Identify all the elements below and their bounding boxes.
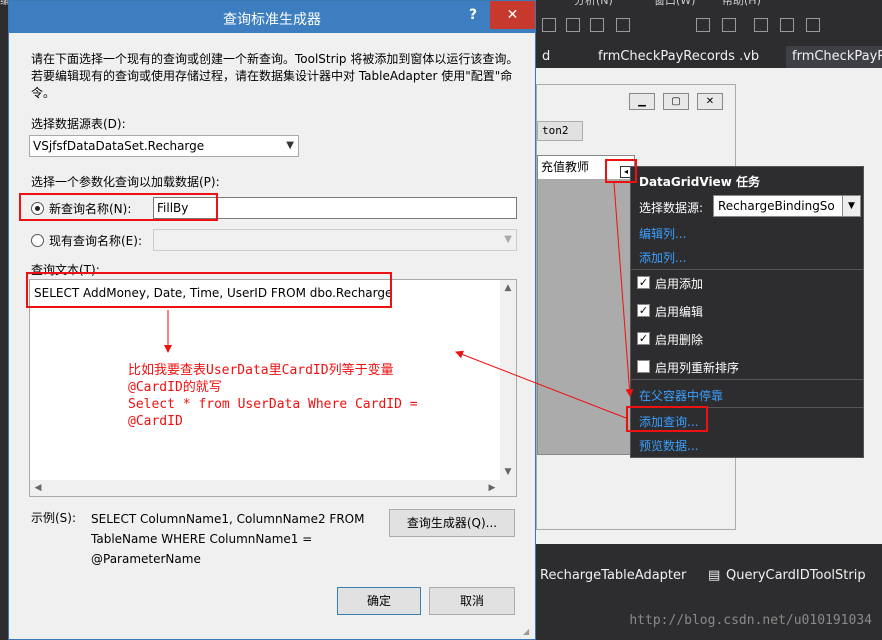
edit-columns-link[interactable]: 编辑列... xyxy=(639,225,686,242)
example-label: 示例(S): xyxy=(31,511,77,525)
align-top-icon[interactable] xyxy=(616,18,630,32)
divider xyxy=(631,379,863,380)
ok-button[interactable]: 确定 xyxy=(337,587,421,615)
enable-edit-label: 启用编辑 xyxy=(655,305,704,319)
annotation-line2: @CardID的就写 xyxy=(128,380,222,395)
preview-data-link[interactable]: 预览数据... xyxy=(639,437,698,454)
order-icon[interactable] xyxy=(780,18,794,32)
tasks-title: DataGridView 任务 xyxy=(639,175,760,189)
ide-menu-item[interactable]: 帮助(H) xyxy=(722,0,761,8)
align-left-icon[interactable] xyxy=(542,18,556,32)
existing-query-select[interactable]: ▼ xyxy=(153,229,517,251)
highlight-add-query xyxy=(626,406,708,432)
horizontal-scrollbar[interactable]: ◀ ▶ xyxy=(30,480,516,496)
ide-menu-item[interactable]: 分析(N) xyxy=(574,0,613,8)
existing-query-radio[interactable] xyxy=(31,234,44,247)
datagridview[interactable]: 充值教师 xyxy=(537,155,635,455)
existing-query-label: 现有查询名称(E): xyxy=(49,234,142,248)
format-icon[interactable] xyxy=(806,18,820,32)
example-text: SELECT ColumnName1, ColumnName2 FROM Tab… xyxy=(91,512,365,566)
align-center-icon[interactable] xyxy=(566,18,580,32)
vertical-scrollbar[interactable]: ▲ ▼ xyxy=(500,280,516,480)
spacing-icon[interactable] xyxy=(696,18,710,32)
form-button2[interactable]: ton2 xyxy=(537,121,583,141)
tasks-datasource-value: RechargeBindingSo xyxy=(718,199,835,213)
highlight-new-query xyxy=(19,193,218,221)
enable-add-label: 启用添加 xyxy=(655,277,704,291)
maximize-icon[interactable]: ▢ xyxy=(663,93,689,110)
enable-reorder-checkbox[interactable] xyxy=(637,360,650,373)
datasource-table-value: VSjfsfDataDataSet.Recharge xyxy=(33,139,205,153)
size-icon[interactable] xyxy=(754,18,768,32)
annotation-line1: 比如我要查表UserData里CardID列等于变量 xyxy=(128,363,394,378)
parameterized-query-label: 选择一个参数化查询以加载数据(P): xyxy=(31,175,220,189)
align-right-icon[interactable] xyxy=(590,18,604,32)
annotation-line3: Select * from UserData Where CardID = xyxy=(128,397,418,412)
tab-partial[interactable]: d xyxy=(536,46,556,68)
scroll-down-icon[interactable]: ▼ xyxy=(500,464,516,480)
annotation-line4: @CardID xyxy=(128,414,183,429)
ide-toolbar xyxy=(536,8,882,44)
resize-grip-icon[interactable]: ◢ xyxy=(523,627,533,637)
ide-menu-item[interactable]: 窗口(W) xyxy=(654,0,695,8)
enable-edit-checkbox[interactable]: ✓ xyxy=(637,304,650,317)
tab-frmcheckpayrecords-vb[interactable]: frmCheckPayRecords .vb xyxy=(592,46,765,68)
datasource-table-label: 选择数据源表(D): xyxy=(31,117,126,131)
dialog-titlebar: 查询标准生成器 ? ✕ xyxy=(9,1,535,33)
ide-left-strip xyxy=(0,8,8,640)
highlight-smart-tag xyxy=(605,159,637,183)
tray-querycardid-toolstrip[interactable]: QueryCardIDToolStrip xyxy=(726,568,866,583)
close-button[interactable]: ✕ xyxy=(490,1,535,29)
tray-recharge-tableadapter[interactable]: RechargeTableAdapter xyxy=(540,568,686,583)
divider xyxy=(631,269,863,270)
scroll-left-icon[interactable]: ◀ xyxy=(30,480,46,496)
datasource-table-select[interactable]: VSjfsfDataDataSet.Recharge ▼ xyxy=(29,135,299,157)
highlight-query-text xyxy=(26,272,392,308)
enable-delete-label: 启用删除 xyxy=(655,333,704,347)
chevron-down-icon[interactable]: ▼ xyxy=(842,196,860,216)
ide-tabs: d frmCheckPayRecords .vb frmCheckPayRe xyxy=(536,44,882,68)
form-titlebar: ▁ ▢ ✕ xyxy=(537,85,735,121)
enable-reorder-label: 启用列重新排序 xyxy=(655,361,740,375)
query-builder-button[interactable]: 查询生成器(Q)... xyxy=(389,509,515,537)
toolstrip-icon: ▤ xyxy=(708,568,721,583)
grid-icon[interactable] xyxy=(722,18,736,32)
tab-frmcheckpayrecords-design[interactable]: frmCheckPayRe xyxy=(786,46,882,68)
tasks-datasource-select[interactable]: RechargeBindingSo ▼ xyxy=(713,195,861,217)
search-criteria-builder-dialog: 查询标准生成器 ? ✕ 请在下面选择一个现有的查询或创建一个新查询。ToolSt… xyxy=(8,0,536,640)
dialog-title: 查询标准生成器 xyxy=(223,12,321,28)
dock-in-parent-link[interactable]: 在父容器中停靠 xyxy=(639,387,723,404)
enable-delete-checkbox[interactable]: ✓ xyxy=(637,332,650,345)
tasks-datasource-label: 选择数据源: xyxy=(639,201,704,215)
annotation-text: 比如我要查表UserData里CardID列等于变量 @CardID的就写 Se… xyxy=(128,362,448,430)
enable-add-checkbox[interactable]: ✓ xyxy=(637,276,650,289)
help-icon[interactable]: ? xyxy=(469,7,477,23)
scroll-right-icon[interactable]: ▶ xyxy=(484,480,500,496)
dialog-intro-text: 请在下面选择一个现有的查询或创建一个新查询。ToolStrip 将被添加到窗体以… xyxy=(31,52,519,100)
add-columns-link[interactable]: 添加列... xyxy=(639,249,686,266)
cancel-button[interactable]: 取消 xyxy=(429,587,515,615)
chevron-down-icon: ▼ xyxy=(286,140,294,151)
watermark: http://blog.csdn.net/u010191034 xyxy=(629,613,872,628)
minimize-icon[interactable]: ▁ xyxy=(629,93,655,110)
scroll-up-icon[interactable]: ▲ xyxy=(500,280,516,296)
chevron-down-icon: ▼ xyxy=(504,234,512,245)
close-icon[interactable]: ✕ xyxy=(697,93,723,110)
